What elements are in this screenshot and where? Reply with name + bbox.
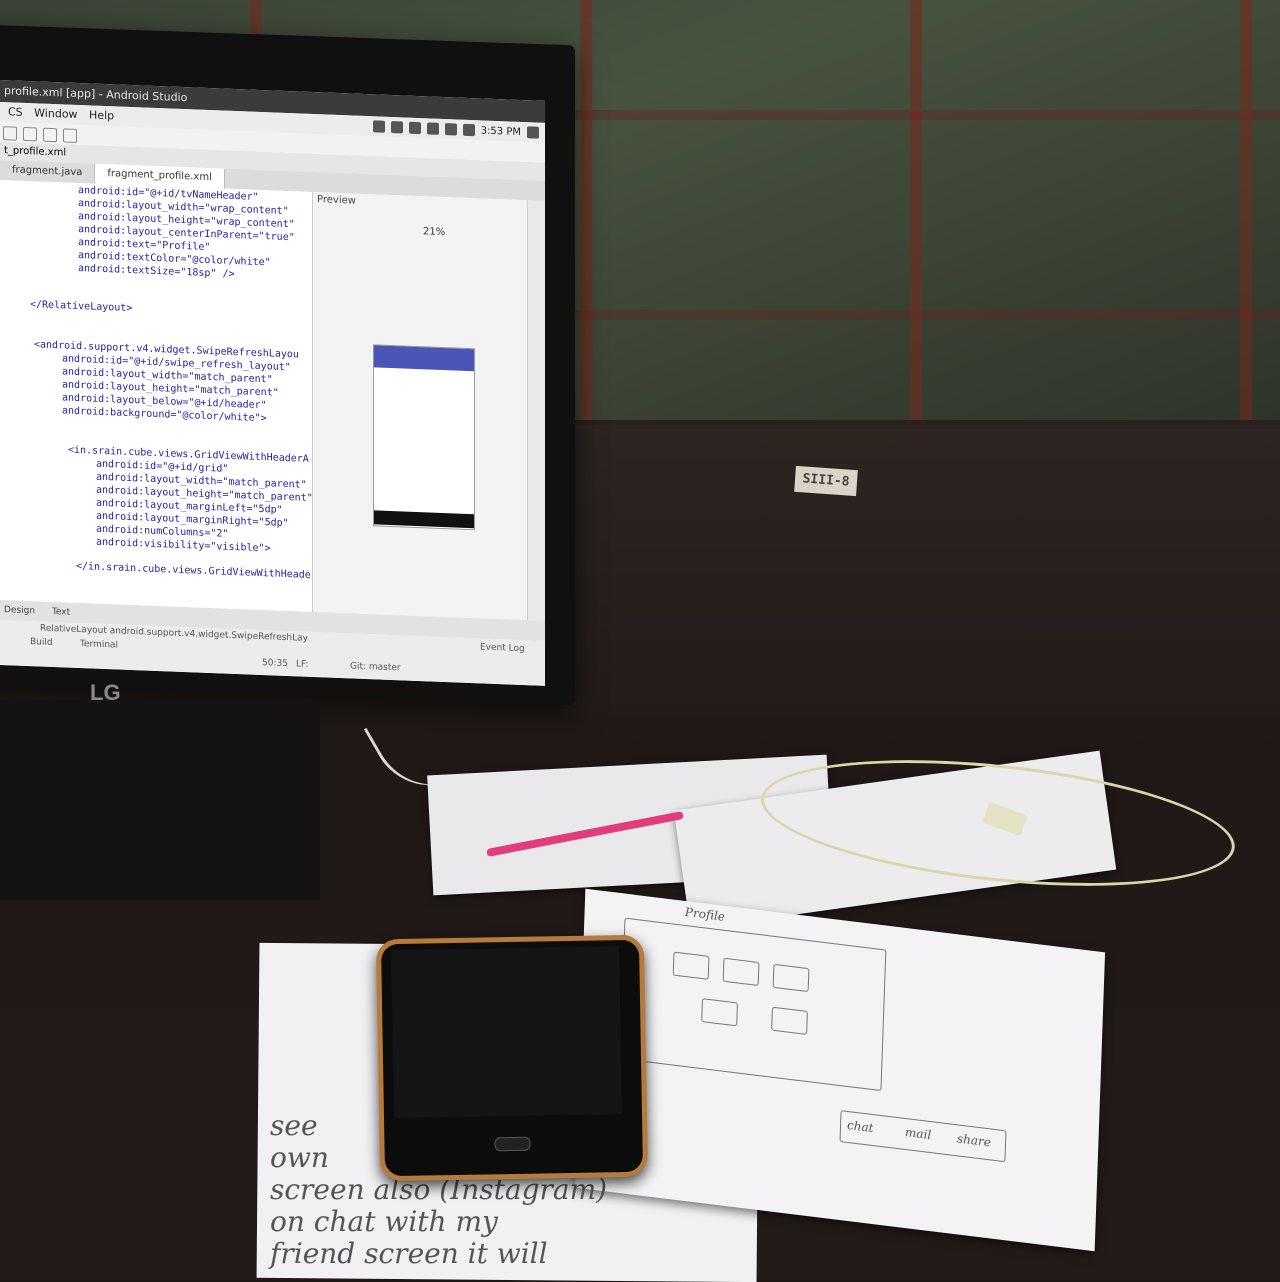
sketch-tile [672, 951, 710, 980]
tool-terminal[interactable]: Terminal [80, 639, 118, 650]
smartphone [375, 934, 649, 1182]
sync-icon[interactable] [43, 127, 57, 143]
tool-build[interactable]: Build [30, 637, 53, 648]
event-log[interactable]: Event Log [480, 642, 525, 654]
sketch-share-label: share [956, 1131, 992, 1150]
monitor-stand [0, 700, 320, 900]
layout-preview-panel: Preview 21% [312, 191, 528, 621]
tray-volume-icon[interactable] [462, 123, 475, 137]
avd-icon[interactable] [63, 128, 77, 143]
tray-skype-icon[interactable] [408, 121, 421, 135]
code-line: </RelativeLayout> [30, 299, 133, 315]
menu-item[interactable]: CS [8, 105, 23, 119]
sketch-tile [722, 957, 760, 986]
tab-text[interactable]: Text [52, 607, 70, 618]
sketch-title: Profile [684, 904, 726, 924]
git-branch[interactable]: Git: master [350, 661, 401, 673]
code-line: android:visibility="visible"> [96, 536, 271, 555]
settings-gear-icon[interactable] [527, 126, 539, 139]
smartphone-screen [391, 946, 622, 1119]
sketch-action-bar: chat mail share [839, 1110, 1007, 1163]
tray-mail-icon[interactable] [444, 123, 457, 136]
note-line: friend screen it will [270, 1237, 548, 1270]
sketch-screen [619, 917, 887, 1092]
tab-design[interactable]: Design [4, 605, 35, 616]
tray-clock: 3:53 PM [480, 124, 521, 138]
monitor-brand-logo: LG [90, 680, 121, 705]
redo-icon[interactable] [23, 126, 37, 142]
device-preview [373, 344, 475, 531]
menu-item-help[interactable]: Help [89, 108, 114, 122]
sketch-tile [771, 1006, 808, 1035]
sketch-tile [772, 963, 810, 993]
sketch-mail-label: mail [904, 1125, 932, 1143]
breadcrumb-file[interactable]: t_profile.xml [0, 145, 66, 158]
preview-header-bar [374, 345, 474, 372]
note-line: on chat with my [270, 1205, 498, 1238]
menu-item-window[interactable]: Window [34, 106, 77, 121]
desk-shelf [560, 425, 1280, 715]
tray-app-icon[interactable] [372, 120, 385, 133]
code-editor[interactable]: android:id="@+id/tvNameHeader" android:l… [0, 180, 317, 612]
line-ending: LF: [296, 659, 309, 670]
tray-slack-icon[interactable] [390, 121, 403, 134]
cursor-position: 50:35 [262, 658, 288, 670]
tray-keyboard-icon[interactable] [426, 122, 439, 135]
undo-icon[interactable] [3, 126, 17, 141]
sketch-tile [701, 998, 738, 1027]
monitor-screen: profile.xml [app] - Android Studio CS Wi… [0, 80, 545, 686]
preview-nav-bar [374, 510, 474, 529]
code-line: </in.srain.cube.views.GridViewWithHeader [76, 560, 317, 582]
home-button [494, 1136, 531, 1152]
desk-sticker: SIII-8 [794, 465, 858, 497]
right-tool-strip [527, 200, 545, 621]
preview-title: Preview [317, 194, 356, 207]
sketch-chat-label: chat [846, 1117, 874, 1136]
zoom-level[interactable]: 21% [423, 226, 445, 238]
